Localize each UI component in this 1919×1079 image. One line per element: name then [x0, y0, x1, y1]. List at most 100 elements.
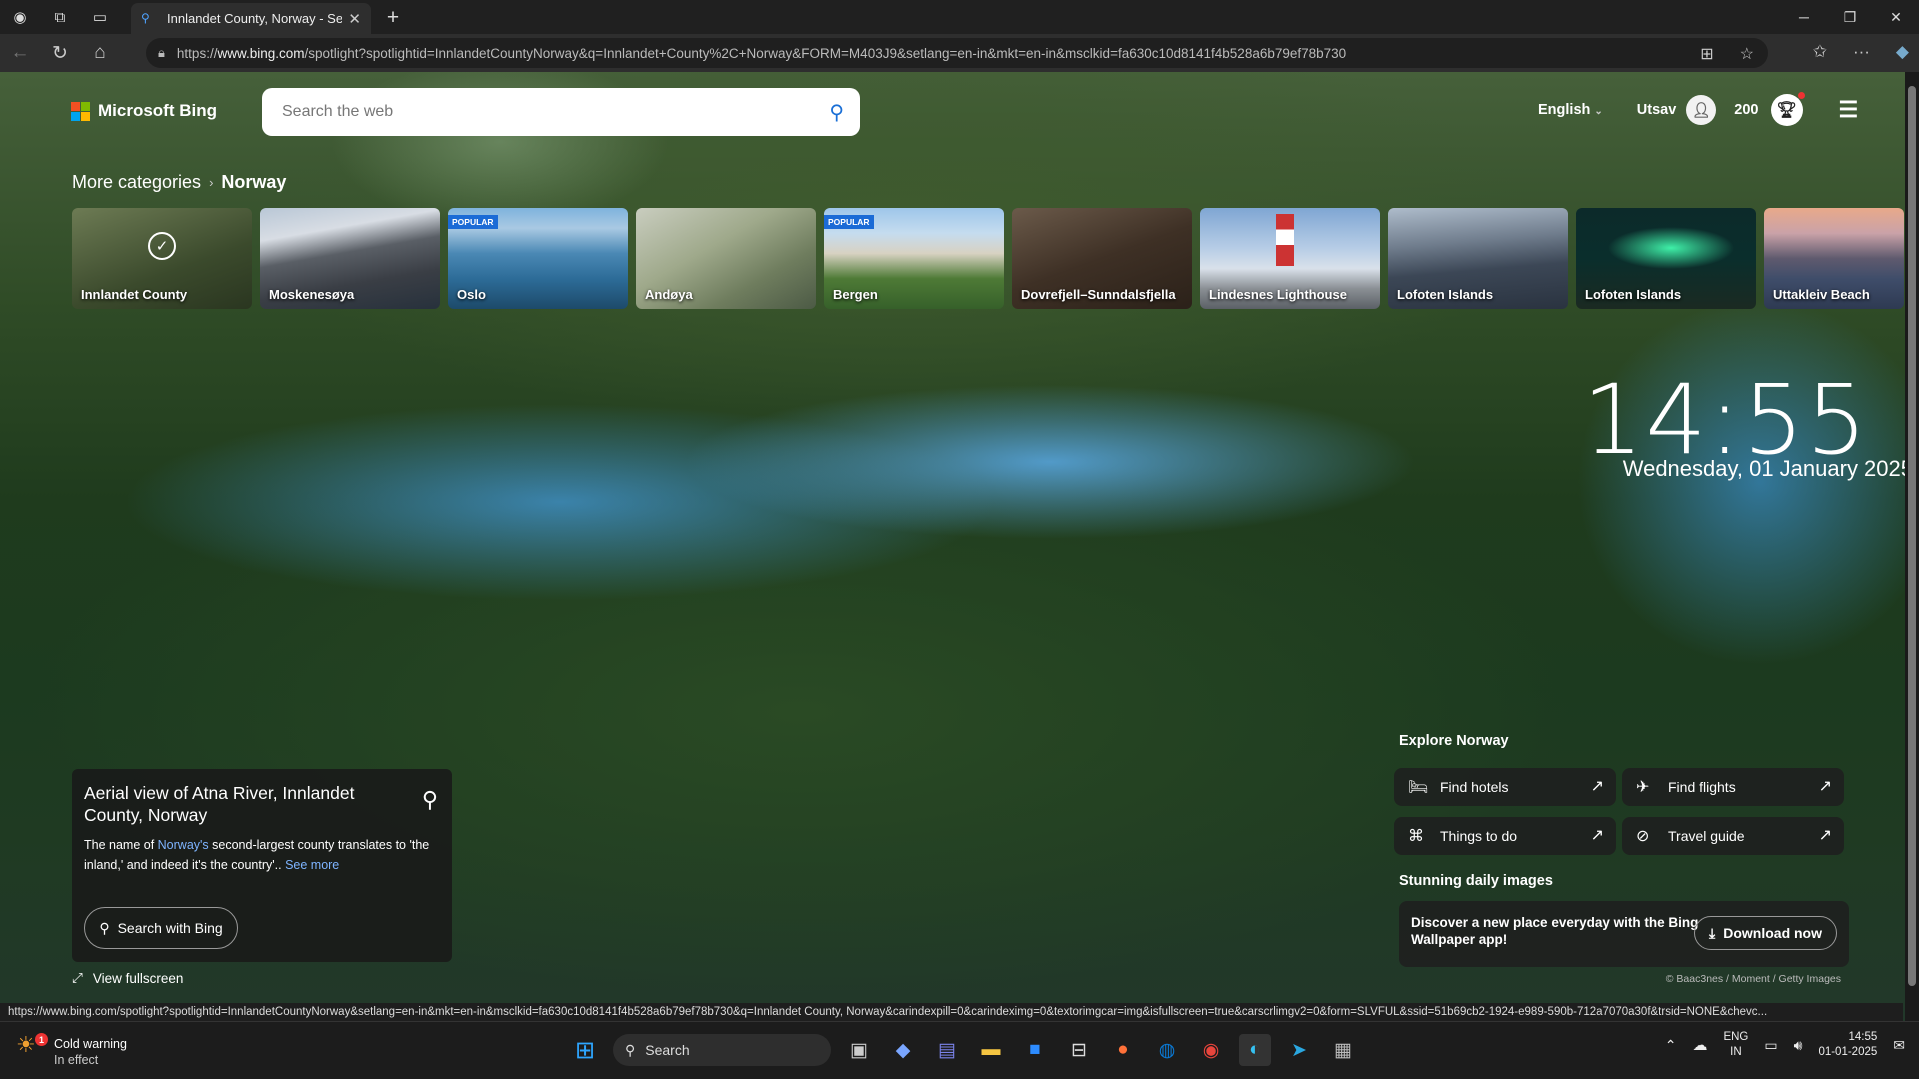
app-available-icon[interactable]: ⊞ [1700, 44, 1713, 64]
show-hidden-icons-icon[interactable]: ⌃ [1665, 1037, 1677, 1054]
language-indicator[interactable]: ENG IN [1723, 1030, 1748, 1060]
task-view-icon[interactable]: ▣ [843, 1034, 875, 1066]
zoom-icon[interactable]: ■ [1019, 1034, 1051, 1066]
copilot-icon[interactable]: ◆ [1896, 42, 1909, 62]
find-hotels-button[interactable]: 🛏︎ Find hotels ↗ [1394, 768, 1616, 806]
avatar[interactable]: 👤︎ [1686, 95, 1717, 125]
card-label: Lofoten Islands [1585, 287, 1682, 302]
bing-search-favicon-icon: ⚲ [141, 10, 150, 25]
telegram-icon[interactable]: ➤ [1283, 1034, 1315, 1066]
minimize-icon[interactable]: ─ [1781, 0, 1827, 34]
refresh-icon[interactable]: ↻ [40, 34, 80, 72]
view-fullscreen-link[interactable]: ⤢ View fullscreen [72, 970, 183, 986]
travel-guide-button[interactable]: ⊘ Travel guide ↗ [1622, 817, 1844, 855]
restore-icon[interactable]: ❐ [1827, 0, 1873, 34]
tab-title: Innlandet County, Norway - Search [167, 11, 343, 26]
tab-actions-icon[interactable]: ▭ [80, 0, 120, 34]
things-to-do-label: Things to do [1440, 828, 1518, 844]
wallpaper-promo: Discover a new place everyday with the B… [1399, 901, 1849, 967]
external-link-icon: ↗ [1818, 827, 1832, 844]
norway-link[interactable]: Norway's [158, 838, 209, 852]
lock-icon[interactable]: 🔒︎ [158, 45, 165, 61]
breadcrumb-parent[interactable]: More categories [72, 172, 201, 193]
page-scrollbar[interactable] [1905, 72, 1919, 1021]
download-now-button[interactable]: ⤓ Download now [1694, 916, 1837, 950]
expand-icon: ⤢ [72, 970, 83, 985]
taskbar-clock[interactable]: 14:55 01-01-2025 [1818, 1030, 1877, 1060]
favorite-star-icon[interactable]: ☆ [1740, 44, 1754, 64]
user-name[interactable]: Utsav [1637, 102, 1677, 118]
favorites-icon[interactable]: ✩ [1813, 42, 1827, 62]
card-bergen[interactable]: POPULAR Bergen [824, 208, 1004, 309]
weather-title: Cold warning [54, 1037, 127, 1051]
firefox-icon[interactable]: ● [1107, 1034, 1139, 1066]
card-label: Andøya [645, 287, 693, 302]
download-now-label: Download now [1723, 924, 1822, 941]
browser-tab-active[interactable]: ⚲ Innlandet County, Norway - Search ✕ [131, 3, 371, 34]
airplane-icon: ✈︎ [1636, 779, 1650, 796]
taskbar-search-box[interactable]: ⚲ Search [613, 1034, 831, 1066]
card-label: Dovrefjell–Sunndalsfjella [1021, 287, 1176, 302]
things-to-do-button[interactable]: ⌘ Things to do ↗ [1394, 817, 1616, 855]
profile-icon[interactable]: ◉ [0, 0, 40, 34]
card-andoya[interactable]: Andøya [636, 208, 816, 309]
back-icon[interactable]: ← [0, 34, 40, 72]
find-flights-button[interactable]: ✈︎ Find flights ↗ [1622, 768, 1844, 806]
dell-icon[interactable]: ◍ [1151, 1034, 1183, 1066]
new-tab-button[interactable]: + [380, 5, 406, 31]
card-oslo[interactable]: POPULAR Oslo [448, 208, 628, 309]
file-explorer-icon[interactable]: ▬ [975, 1034, 1007, 1066]
close-window-icon[interactable]: ✕ [1873, 0, 1919, 34]
card-lindesnes-lighthouse[interactable]: Lindesnes Lighthouse [1200, 208, 1380, 309]
home-icon[interactable]: ⌂ [80, 34, 120, 72]
search-icon: ⚲ [99, 919, 110, 936]
card-uttakleiv-beach[interactable]: Uttakleiv Beach [1764, 208, 1904, 309]
address-bar[interactable]: 🔒︎ https://www.bing.com/spotlight?spotli… [146, 38, 1768, 68]
search-input[interactable]: Search the web ⚲ [262, 88, 860, 136]
chrome-icon[interactable]: ◉ [1195, 1034, 1227, 1066]
language-selector[interactable]: English ⌄ [1538, 102, 1603, 118]
rewards-trophy-icon[interactable]: 🏆︎ [1770, 92, 1805, 126]
explore-heading: Explore Norway [1399, 733, 1509, 749]
breadcrumb-current: Norway [221, 172, 287, 192]
taskbar-search-label: Search [645, 1042, 690, 1058]
collections-icon[interactable]: ⧉ [40, 0, 80, 34]
binoculars-icon: ⌘ [1408, 828, 1424, 845]
search-with-bing-button[interactable]: ⚲ Search with Bing [84, 907, 238, 949]
link-status-bar: https://www.bing.com/spotlight?spotlight… [0, 1003, 1903, 1021]
bing-logo[interactable]: Microsoft Bing [71, 101, 217, 121]
search-icon[interactable]: ⚲ [829, 100, 844, 125]
image-credit: © Baac3nes / Moment / Getty Images [1665, 973, 1841, 985]
card-lofoten-islands-1[interactable]: Lofoten Islands [1388, 208, 1568, 309]
card-dovrefjell[interactable]: Dovrefjell–Sunndalsfjella [1012, 208, 1192, 309]
card-lofoten-islands-2[interactable]: Lofoten Islands [1576, 208, 1756, 309]
windows-start-icon[interactable]: ⊞ [569, 1034, 601, 1066]
weather-widget[interactable]: ☀︎ 1 Cold warning In effect [16, 1033, 127, 1068]
volume-icon[interactable]: 🔊︎ [1794, 1037, 1803, 1054]
see-more-link[interactable]: See more [285, 858, 339, 872]
rewards-points[interactable]: 200 [1734, 102, 1758, 118]
hamburger-menu-icon[interactable]: ☰ [1839, 97, 1859, 123]
card-label: Oslo [457, 287, 486, 302]
teams-icon[interactable]: ▤ [931, 1034, 963, 1066]
browser-toolbar: ← ↻ ⌂ 🔒︎ https://www.bing.com/spotlight?… [0, 34, 1919, 72]
network-icon[interactable]: ▭ [1764, 1037, 1777, 1054]
scrollbar-thumb[interactable] [1908, 86, 1916, 986]
brand-name: Microsoft Bing [98, 101, 217, 120]
card-moskenesoya[interactable]: Moskenesøya [260, 208, 440, 309]
copilot-app-icon[interactable]: ◆ [887, 1034, 919, 1066]
category-carousel: ✓ Innlandet County Moskenesøya POPULAR O… [72, 208, 1904, 309]
card-innlandet-county[interactable]: ✓ Innlandet County [72, 208, 252, 309]
edge-icon[interactable]: ◐ [1239, 1034, 1271, 1066]
travel-guide-label: Travel guide [1668, 828, 1745, 844]
calculator-icon[interactable]: ▦ [1327, 1034, 1359, 1066]
card-label: Moskenesøya [269, 287, 355, 302]
search-icon[interactable]: ⚲ [422, 787, 438, 813]
more-options-icon[interactable]: ··· [1853, 42, 1870, 62]
close-tab-icon[interactable]: ✕ [348, 10, 361, 28]
popular-badge: POPULAR [448, 215, 498, 229]
microsoft-store-icon[interactable]: ⊟ [1063, 1034, 1095, 1066]
card-label: Innlandet County [81, 287, 188, 302]
notifications-icon[interactable]: ✉︎ [1893, 1037, 1905, 1054]
onedrive-icon[interactable]: ☁︎ [1692, 1036, 1707, 1054]
